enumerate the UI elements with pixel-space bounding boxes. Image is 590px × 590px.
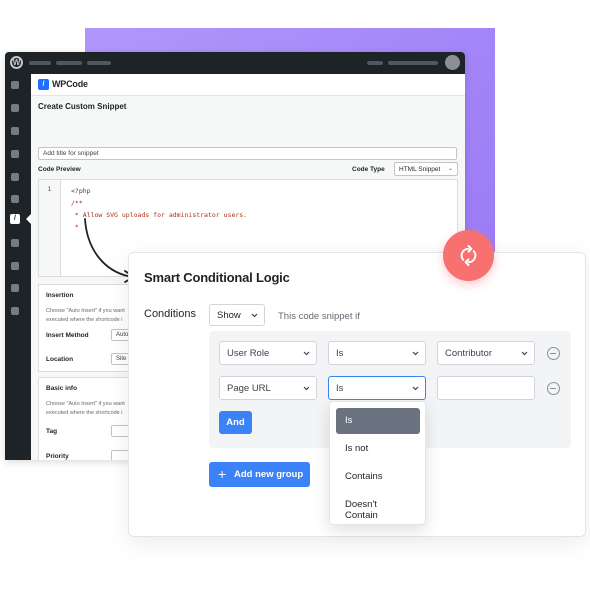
show-hide-select[interactable]: Show [209, 304, 265, 326]
value-text: Contributor [445, 348, 492, 359]
admin-bar-item[interactable] [56, 61, 82, 65]
menu-icon[interactable] [11, 81, 19, 89]
chevron-down-icon [412, 386, 419, 391]
sync-badge [443, 230, 494, 281]
menu-icon[interactable] [11, 239, 19, 247]
avatar[interactable] [445, 55, 460, 70]
chevron-down-icon: ⌄ [447, 166, 453, 172]
operator-value: Is [336, 383, 344, 394]
remove-condition-icon[interactable] [547, 347, 560, 360]
condition-field-select[interactable]: Page URL [219, 376, 317, 400]
chevron-down-icon [303, 351, 310, 356]
chevron-down-icon [521, 351, 528, 356]
insert-method-label: Insert Method [46, 332, 89, 339]
wpcode-brand: WPCode [52, 79, 88, 89]
add-and-condition-button[interactable]: And [219, 411, 252, 434]
menu-icon[interactable] [11, 284, 19, 292]
tag-label: Tag [46, 428, 58, 435]
code-line: <?php [71, 187, 91, 195]
show-select-value: Show [217, 310, 241, 321]
card-title: Smart Conditional Logic [144, 270, 290, 285]
menu-icon[interactable] [11, 104, 19, 112]
admin-bar-item[interactable] [388, 61, 438, 65]
conditional-logic-card: Smart Conditional Logic Conditions Show … [128, 252, 586, 537]
add-group-label: Add new group [234, 469, 304, 480]
line-gutter: 1 [39, 180, 61, 276]
wpcode-logo-icon: / [38, 79, 49, 90]
condition-value-input[interactable] [437, 376, 535, 400]
field-value: Page URL [227, 383, 271, 394]
condition-operator-select[interactable]: Is [328, 341, 426, 365]
dropdown-option-contains[interactable]: Contains [336, 464, 420, 490]
admin-bar-item[interactable] [87, 61, 111, 65]
sync-icon [460, 244, 477, 267]
menu-icon[interactable] [11, 262, 19, 270]
wp-admin-sidebar: / [5, 74, 31, 460]
chevron-down-icon [303, 386, 310, 391]
code-type-label: Code Type [352, 166, 385, 173]
wordpress-logo-icon[interactable]: W [10, 56, 23, 69]
wp-admin-bar: W [5, 52, 465, 74]
code-line: /** [71, 199, 83, 207]
menu-icon[interactable] [11, 307, 19, 315]
menu-icon[interactable] [11, 150, 19, 158]
insertion-help: Choose "Auto Insert" if you want [46, 308, 125, 314]
menu-icon[interactable] [11, 195, 19, 203]
code-type-select[interactable]: HTML Snippet ⌄ [394, 162, 458, 176]
wpcode-menu-icon[interactable]: / [10, 214, 20, 224]
menu-icon[interactable] [11, 173, 19, 181]
admin-bar-item[interactable] [29, 61, 51, 65]
wpcode-header: / WPCode [31, 74, 465, 96]
dropdown-option-is[interactable]: Is [336, 408, 420, 434]
page-title: Create Custom Snippet [38, 102, 127, 111]
plus-icon: + [218, 466, 227, 482]
basic-info-help: Choose "Auto Insert" if you want [46, 401, 125, 407]
code-preview-label: Code Preview [38, 166, 81, 173]
conditions-label: Conditions [144, 308, 196, 320]
basic-info-help: executed where the shortcode i [46, 410, 123, 416]
menu-icon[interactable] [11, 127, 19, 135]
condition-field-select[interactable]: User Role [219, 341, 317, 365]
basic-info-title: Basic info [46, 385, 78, 392]
dropdown-option-is-not[interactable]: Is not [336, 436, 420, 462]
priority-label: Priority [46, 453, 69, 460]
scene: W / / WPCode Create Custom Snippet Add t… [0, 0, 590, 590]
code-type-value: HTML Snippet [399, 166, 441, 173]
add-new-group-button[interactable]: + Add new group [209, 462, 310, 487]
condition-operator-select[interactable]: Is [328, 376, 426, 400]
operator-dropdown-menu: Is Is not Contains Doesn't Contain [329, 401, 426, 525]
admin-bar-item[interactable] [367, 61, 383, 65]
remove-condition-icon[interactable] [547, 382, 560, 395]
condition-value-select[interactable]: Contributor [437, 341, 535, 365]
chevron-down-icon [251, 313, 258, 318]
chevron-down-icon [412, 351, 419, 356]
operator-value: Is [336, 348, 344, 359]
snippet-if-text: This code snippet if [278, 311, 360, 322]
line-number: 1 [47, 185, 52, 193]
insertion-title: Insertion [46, 292, 74, 299]
field-value: User Role [227, 348, 270, 359]
insertion-help: executed where the shortcode i [46, 317, 123, 323]
snippet-title-input[interactable]: Add title for snippet [38, 147, 457, 160]
location-label: Location [46, 356, 74, 363]
dropdown-option-doesnt-contain[interactable]: Doesn't Contain [336, 492, 420, 521]
